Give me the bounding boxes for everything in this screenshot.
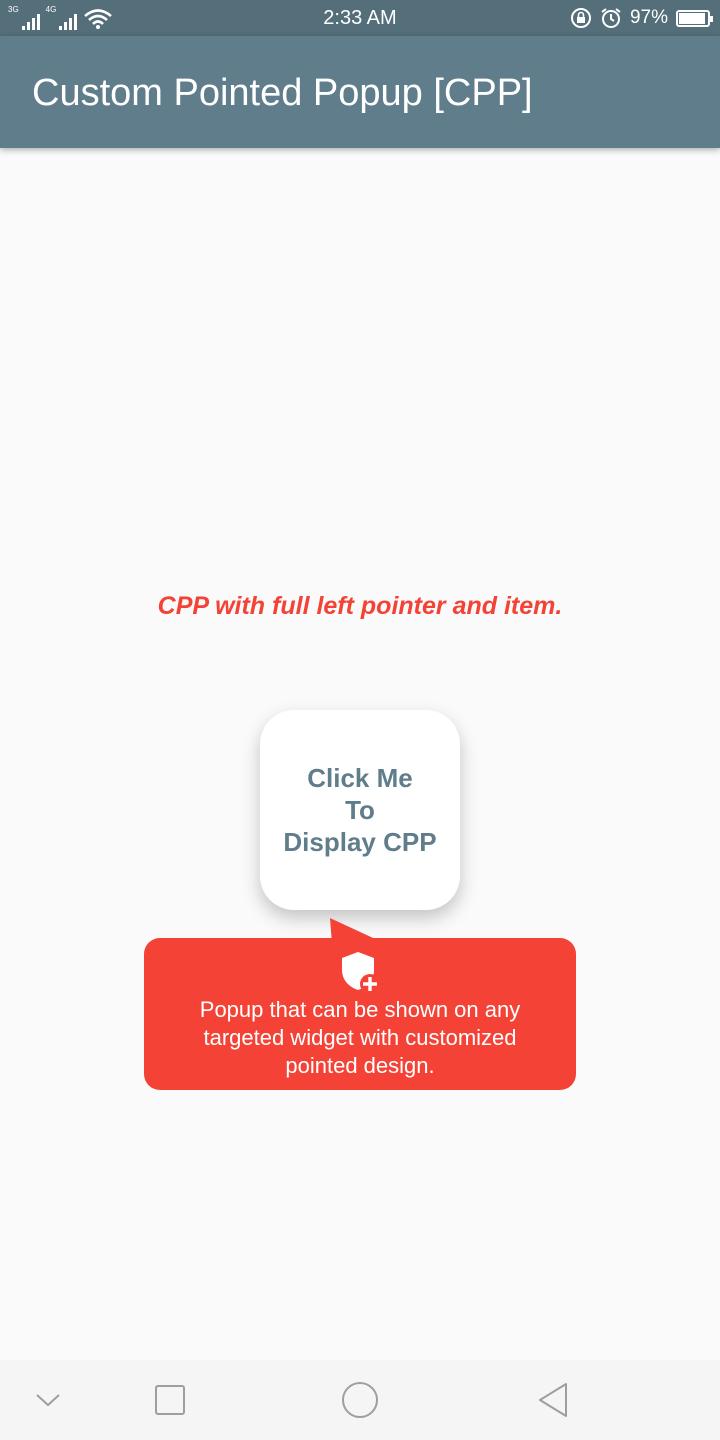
battery-icon [676,9,713,27]
shield-plus-icon [342,952,380,994]
popup-description-label: CPP with full left pointer and item. [157,592,563,620]
status-right-icons: 97% [570,5,713,31]
button-line-2: To [345,795,375,825]
home-button[interactable] [320,1360,400,1440]
display-cpp-button[interactable]: Click Me To Display CPP [260,710,460,910]
battery-percent: 97% [629,7,668,28]
collapse-chevron-button[interactable] [8,1360,88,1440]
system-nav-bar [0,1360,720,1440]
rotation-lock-icon [570,8,591,28]
recents-button[interactable] [130,1360,210,1440]
chevron-down-icon [36,1394,60,1407]
button-line-3: Display CPP [283,827,437,857]
app-bar: Custom Pointed Popup [CPP] [0,36,720,148]
popup-text: Popup that can be shown on any targeted … [199,997,521,1078]
circle-icon [342,1382,378,1418]
square-icon [155,1385,185,1415]
alarm-icon [601,8,621,28]
back-button[interactable] [513,1360,593,1440]
button-line-1: Click Me [307,763,413,793]
app-bar-title: Custom Pointed Popup [CPP] [32,72,533,114]
back-triangle-icon [539,1383,567,1417]
status-bar: 3G 4G 2:33 AM 97% [0,0,720,36]
